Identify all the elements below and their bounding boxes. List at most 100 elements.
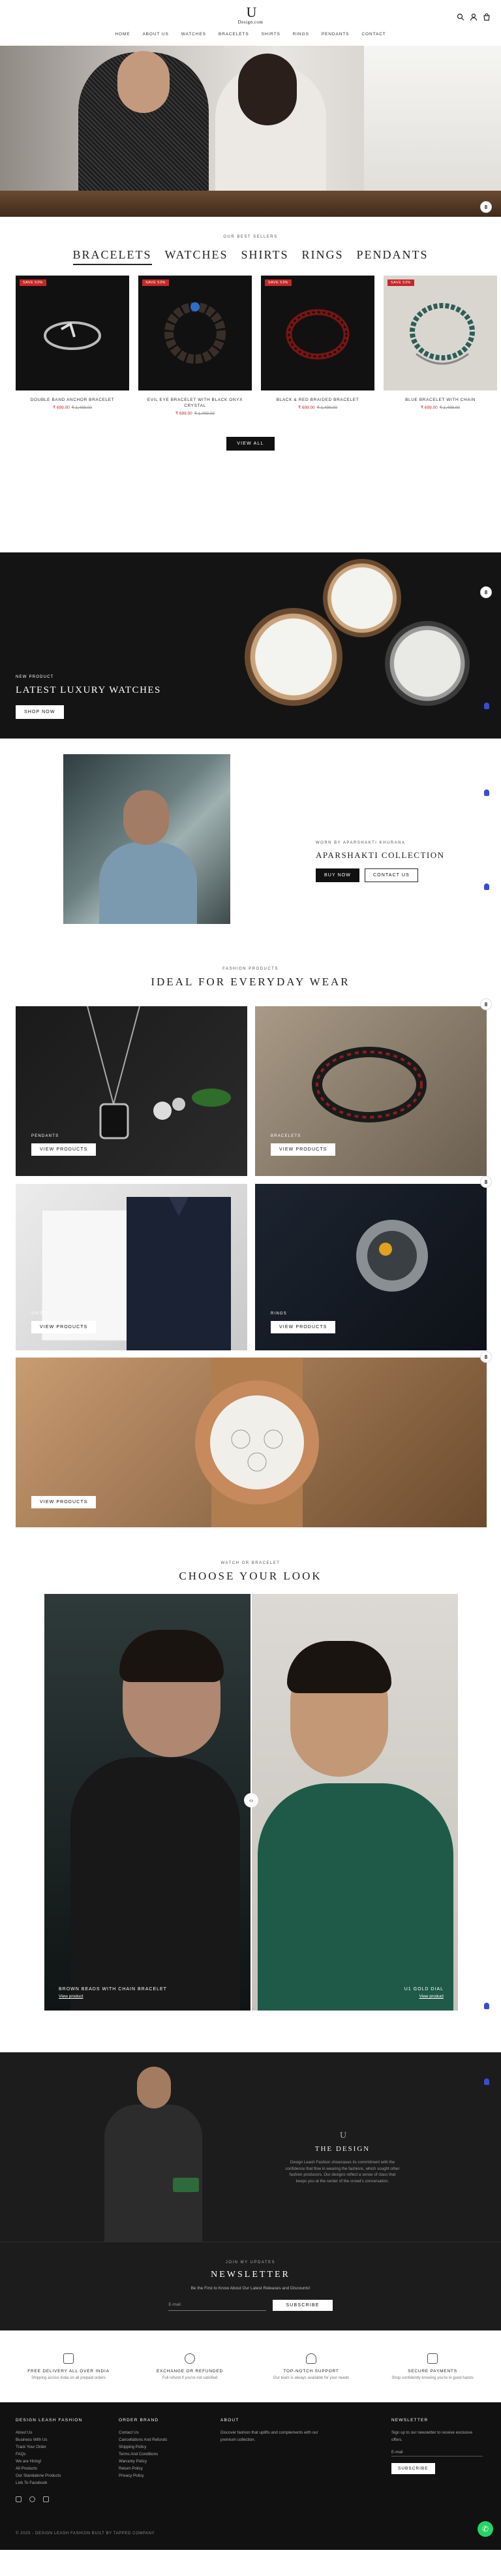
nav-about-us[interactable]: ABOUT US (142, 32, 168, 37)
feature-desc: Our team is always available for your ne… (273, 2376, 350, 2380)
notification-bell-icon[interactable] (484, 703, 489, 709)
product-name[interactable]: DOUBLE BAND ANCHOR BRACELET (16, 397, 129, 403)
product-name[interactable]: BLACK & RED BRAIDED BRACELET (261, 397, 374, 403)
whatsapp-chat-icon[interactable]: ✆ (478, 2521, 493, 2537)
product-name[interactable]: BLUE BRACELET WITH CHAIN (384, 397, 497, 403)
tab-shirts[interactable]: SHIRTS (241, 248, 289, 265)
view-products-button[interactable]: VIEW PRODUCTS (31, 1143, 97, 1156)
footer-link[interactable]: We are Hiring! (16, 2458, 82, 2465)
instagram-icon[interactable] (29, 2496, 35, 2502)
category-tabs: BRACELETS WATCHES SHIRTS RINGS PENDANTS (0, 248, 501, 265)
feature-title: EXCHANGE OR REFUNDED (157, 2368, 223, 2374)
tile-pendants[interactable]: PENDANTS VIEW PRODUCTS (16, 1006, 247, 1176)
footer-link[interactable]: Return Policy (119, 2465, 167, 2472)
contact-us-button[interactable]: CONTACT US (365, 868, 418, 882)
youtube-icon[interactable] (43, 2496, 49, 2502)
product-card[interactable]: SAVE 53% DOUBLE BAND ANCHOR BRACELET ₹ 6… (16, 276, 129, 416)
nav-pendants[interactable]: PENDANTS (322, 32, 350, 37)
product-image[interactable]: SAVE 53% (138, 276, 252, 390)
notification-bell-icon[interactable] (484, 2003, 489, 2009)
notification-bell-icon[interactable] (484, 883, 489, 890)
aparshakti-section: WORN BY APARSHAKTI KHURANA APARSHAKTI CO… (0, 739, 501, 947)
view-products-button[interactable]: VIEW PRODUCTS (31, 1321, 97, 1333)
footer-link[interactable]: Warranty Policy (119, 2458, 167, 2465)
newsletter-subscribe-button[interactable]: SUBSCRIBE (273, 2300, 333, 2311)
shop-now-button[interactable]: SHOP NOW (16, 705, 64, 719)
notification-bell-icon[interactable] (484, 789, 489, 796)
original-price: ₹ 1,499.00 (439, 405, 461, 410)
nav-rings[interactable]: RINGS (293, 32, 309, 37)
nav-contact[interactable]: CONTACT (361, 32, 386, 37)
model-head (137, 2067, 171, 2108)
view-all-button[interactable]: VIEW ALL (226, 437, 275, 451)
footer-link[interactable]: About Us (16, 2429, 82, 2436)
product-card[interactable]: SAVE 53% EVIL EYE BRACELET WITH BLACK ON… (138, 276, 252, 416)
bracelet-look: BROWN BEADS WITH CHAIN BRACELET View pro… (44, 1594, 251, 2011)
comparison-handle[interactable]: ‹› (244, 1793, 258, 1807)
original-price: ₹ 1,499.00 (316, 405, 338, 410)
tile-bracelets[interactable]: BRACELETS VIEW PRODUCTS (255, 1006, 487, 1176)
hero-banner[interactable]: 8 (0, 46, 501, 217)
footer-link[interactable]: FAQs (16, 2451, 82, 2458)
tab-pendants[interactable]: PENDANTS (356, 248, 428, 265)
view-products-button[interactable]: VIEW PRODUCTS (31, 1496, 97, 1508)
before-after-comparison[interactable]: BROWN BEADS WITH CHAIN BRACELET View pro… (44, 1594, 458, 2011)
product-card[interactable]: SAVE 53% BLUE BRACELET WITH CHAIN ₹ 699.… (384, 276, 497, 416)
right-view-product-link[interactable]: View product (404, 1994, 444, 1999)
tile-watches[interactable]: VIEW PRODUCTS (16, 1358, 487, 1527)
newsletter-kicker: JOIN MY UPDATES (225, 2261, 276, 2265)
user-icon[interactable] (470, 13, 478, 21)
tile-rings[interactable]: RINGS VIEW PRODUCTS (255, 1184, 487, 1350)
product-image[interactable]: SAVE 53% (16, 276, 129, 390)
product-image[interactable]: SAVE 53% (261, 276, 374, 390)
footer-link[interactable]: Our Standalone Products (16, 2472, 82, 2479)
scroll-button[interactable]: 8 (480, 1351, 492, 1363)
nav-home[interactable]: HOME (115, 32, 130, 37)
aparshakti-image (63, 754, 230, 924)
hero-scroll-button[interactable]: 8 (480, 201, 492, 213)
footer-link[interactable]: Privacy Policy (119, 2472, 167, 2479)
tile-shirts[interactable]: SHIRTS VIEW PRODUCTS (16, 1184, 247, 1350)
nav-bracelets[interactable]: BRACELETS (219, 32, 249, 37)
footer-link[interactable]: Shipping Policy (119, 2443, 167, 2451)
nav-watches[interactable]: WATCHES (181, 32, 206, 37)
view-products-button[interactable]: VIEW PRODUCTS (271, 1143, 336, 1156)
footer-heading: ABOUT (220, 2418, 239, 2423)
footer-link[interactable]: Track Your Order (16, 2443, 82, 2451)
everyday-kicker: FASHION PRODUCTS (222, 967, 279, 971)
footer-subscribe-button[interactable]: SUBSCRIBE (391, 2463, 435, 2474)
tab-rings[interactable]: RINGS (301, 248, 343, 265)
product-image[interactable]: SAVE 53% (384, 276, 497, 390)
footer-link[interactable]: Contact Us (119, 2429, 167, 2436)
footer-link[interactable]: Business With Us (16, 2436, 82, 2443)
footer-email-input[interactable]: E-mail (391, 2449, 483, 2457)
view-products-button[interactable]: VIEW PRODUCTS (271, 1321, 336, 1333)
cart-icon[interactable] (483, 13, 491, 21)
scroll-button[interactable]: 8 (480, 998, 492, 1010)
left-view-product-link[interactable]: View product (59, 1994, 167, 1999)
footer-link[interactable]: All Products (16, 2465, 82, 2472)
site-footer: DESIGN LEASH FASHION About Us Business W… (0, 2402, 501, 2550)
newsletter-email-input[interactable]: E-mail (168, 2300, 267, 2311)
product-name[interactable]: EVIL EYE BRACELET WITH BLACK ONYX CRYSTA… (138, 397, 252, 409)
tab-bracelets[interactable]: BRACELETS (72, 248, 152, 265)
facebook-icon[interactable] (16, 2496, 22, 2502)
notification-bell-icon[interactable] (484, 2078, 489, 2085)
watch-image-3 (385, 621, 470, 706)
scroll-button[interactable]: 8 (480, 1176, 492, 1188)
search-icon[interactable] (457, 13, 464, 21)
footer-link[interactable]: Cancellations And Refunds (119, 2436, 167, 2443)
site-logo[interactable]: U Design.com (238, 5, 264, 25)
watch-scroll-button[interactable]: 8 (480, 586, 492, 598)
product-price: ₹ 699.00 ₹ 1,499.00 (261, 405, 374, 410)
buy-now-button[interactable]: BUY NOW (316, 868, 360, 882)
choose-title: CHOOSE YOUR LOOK (179, 1570, 322, 1582)
footer-link[interactable]: Terms And Conditions (119, 2451, 167, 2458)
nav-shirts[interactable]: SHIRTS (262, 32, 281, 37)
secure-lock-icon (427, 2353, 438, 2364)
footer-link[interactable]: Link To Facebook (16, 2479, 82, 2487)
sale-price: ₹ 699.00 (52, 405, 70, 410)
tab-watches[interactable]: WATCHES (165, 248, 228, 265)
product-card[interactable]: SAVE 53% BLACK & RED BRAIDED BRACELET ₹ … (261, 276, 374, 416)
tile-label: BRACELETS (271, 1134, 301, 1138)
